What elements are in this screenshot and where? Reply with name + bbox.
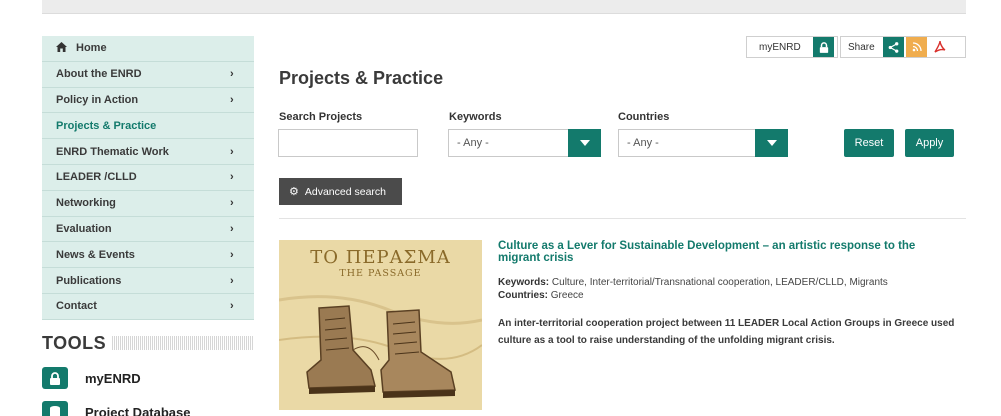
chevron-right-icon: ›	[230, 197, 234, 210]
sidebar-item-contact[interactable]: Contact ›	[42, 294, 254, 320]
sidebar-item-label: LEADER /CLLD	[56, 171, 137, 184]
page-title: Projects & Practice	[279, 68, 444, 88]
sidebar-item-label: Projects & Practice	[56, 119, 157, 132]
share-label: Share	[848, 41, 875, 53]
countries-value: - Any -	[627, 137, 659, 149]
top-bar	[42, 0, 966, 14]
keywords-value: - Any -	[457, 137, 489, 149]
chevron-right-icon: ›	[230, 248, 234, 261]
tool-label: myENRD	[85, 370, 141, 386]
tool-myenrd[interactable]: myENRD	[42, 367, 141, 389]
chevron-right-icon: ›	[230, 145, 234, 158]
result-keywords: Keywords: Culture, Inter-territorial/Tra…	[498, 277, 888, 288]
chevron-right-icon: ›	[230, 171, 234, 184]
myenrd-utility[interactable]: myENRD	[746, 36, 838, 58]
tools-divider	[112, 336, 254, 350]
project-thumbnail[interactable]: ΤΟ ΠΕΡΑΣΜΑ THE PASSAGE	[279, 240, 482, 410]
sidebar-item-label: Publications	[56, 274, 122, 287]
chevron-right-icon: ›	[230, 68, 234, 81]
reset-button[interactable]: Reset	[844, 129, 894, 157]
chevron-right-icon: ›	[230, 93, 234, 106]
result-description: An inter-territorial cooperation project…	[498, 318, 955, 346]
sidebar-item-label: About the ENRD	[56, 68, 142, 81]
rss-icon[interactable]	[906, 37, 927, 57]
pdf-icon[interactable]	[929, 37, 950, 57]
keywords-meta-value: Culture, Inter-territorial/Transnational…	[551, 277, 888, 288]
sidebar-item-home[interactable]: Home	[42, 36, 254, 62]
search-projects-label: Search Projects	[279, 111, 363, 123]
home-icon	[56, 41, 67, 55]
sidebar-item-evaluation[interactable]: Evaluation ›	[42, 217, 254, 243]
tools-title: TOOLS	[42, 333, 107, 353]
countries-label: Countries	[618, 111, 670, 123]
sidebar-item-networking[interactable]: Networking ›	[42, 191, 254, 217]
countries-meta-label: Countries:	[498, 290, 548, 301]
share-icon[interactable]	[883, 37, 904, 57]
sidebar-item-leader-clld[interactable]: LEADER /CLLD ›	[42, 165, 254, 191]
share-utility: Share	[840, 36, 966, 58]
sidebar-item-label: ENRD Thematic Work	[56, 145, 169, 158]
database-icon	[42, 401, 68, 416]
advanced-search-label: Advanced search	[304, 185, 387, 198]
sidebar-item-label: Home	[76, 42, 107, 55]
keywords-meta-label: Keywords:	[498, 277, 550, 288]
chevron-down-icon	[568, 129, 601, 157]
gear-icon: ⚙	[289, 186, 299, 198]
chevron-right-icon: ›	[230, 222, 234, 235]
sidebar-item-label: Contact	[56, 300, 97, 313]
sidebar-item-enrd-thematic-work[interactable]: ENRD Thematic Work ›	[42, 139, 254, 165]
thumbnail-subtitle: THE PASSAGE	[339, 268, 422, 279]
result-countries: Countries: Greece	[498, 290, 584, 301]
sidebar-item-label: News & Events	[56, 248, 135, 261]
chevron-right-icon: ›	[230, 274, 234, 287]
keywords-label: Keywords	[449, 111, 502, 123]
myenrd-label: myENRD	[759, 41, 801, 53]
countries-meta-value: Greece	[550, 290, 584, 301]
sidebar-item-news-events[interactable]: News & Events ›	[42, 242, 254, 269]
chevron-down-icon	[755, 129, 788, 157]
lock-icon	[42, 367, 68, 389]
sidebar-item-publications[interactable]: Publications ›	[42, 268, 254, 294]
sidebar-nav: Home About the ENRD › Policy in Action › Proj…	[42, 36, 254, 320]
sidebar-item-label: Policy in Action	[56, 93, 139, 106]
result-title-link[interactable]: Culture as a Lever for Sustainable Devel…	[498, 240, 958, 264]
sidebar-item-about-the-enrd[interactable]: About the ENRD ›	[42, 62, 254, 88]
thumbnail-title: ΤΟ ΠΕΡΑΣΜΑ	[310, 247, 451, 268]
tool-label: Project Database	[85, 404, 191, 416]
sidebar-item-policy-in-action[interactable]: Policy in Action ›	[42, 88, 254, 114]
advanced-search-button[interactable]: ⚙ Advanced search	[279, 178, 402, 205]
search-projects-input[interactable]	[278, 129, 418, 157]
chevron-right-icon: ›	[230, 300, 234, 313]
keywords-select[interactable]: - Any -	[448, 129, 601, 157]
sidebar-item-projects-practice[interactable]: Projects & Practice	[42, 113, 254, 140]
lock-icon[interactable]	[813, 37, 834, 57]
tool-project-database[interactable]: Project Database	[42, 401, 191, 416]
sidebar-item-label: Evaluation	[56, 222, 112, 235]
countries-select[interactable]: - Any -	[618, 129, 788, 157]
divider	[279, 218, 966, 219]
apply-button[interactable]: Apply	[905, 129, 954, 157]
sidebar-item-label: Networking	[56, 197, 116, 210]
